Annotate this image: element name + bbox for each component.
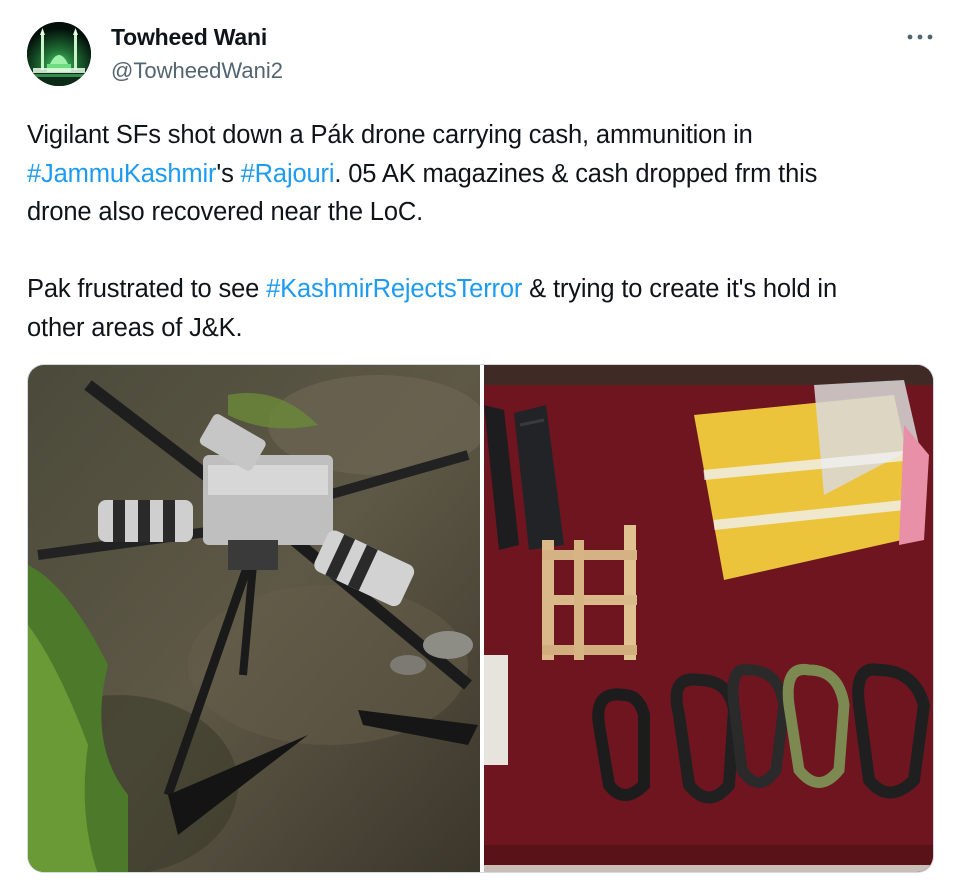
tweet-text-segment: Pak frustrated to see (27, 275, 267, 303)
more-dots-icon (907, 34, 933, 40)
tweet-text: Vigilant SFs shot down a Pák drone carry… (27, 116, 942, 347)
media-gallery (27, 364, 934, 873)
tweet-text-segment: other areas of J&K. (27, 313, 243, 342)
mosque-night-avatar-icon (27, 22, 91, 86)
tweet-text-segment: & trying to create it's hold in (522, 275, 837, 303)
hashtag-link-jammukashmir[interactable]: #JammuKashmir (27, 160, 217, 188)
user-name[interactable]: Towheed Wani (111, 24, 267, 51)
tweet-text-line: drone also recovered near the LoC. (27, 193, 942, 232)
avatar[interactable] (27, 22, 91, 86)
hashtag-link-rajouri[interactable]: #Rajouri (241, 160, 335, 188)
tweet-text-segment: Vigilant SFs shot down a Pák drone carry… (27, 121, 753, 149)
tweet-text-segment: drone also recovered near the LoC. (27, 198, 424, 226)
tweet-text-line: Pak frustrated to see #KashmirRejectsTer… (27, 270, 942, 309)
recovered-items-photo[interactable] (484, 365, 933, 872)
tweet-text-line: #JammuKashmir's #Rajouri. 05 AK magazine… (27, 155, 942, 194)
tweet-text-segment: . 05 AK magazines & cash dropped frm thi… (334, 159, 818, 188)
tweet-text-line: Vigilant SFs shot down a Pák drone carry… (27, 116, 942, 155)
more-options-button[interactable] (900, 22, 940, 52)
tweet: Towheed Wani @TowheedWani2 Vigilant SFs … (0, 0, 962, 894)
tweet-text-segment: 's (216, 159, 241, 188)
tweet-text-line: other areas of J&K. (27, 309, 942, 348)
hashtag-link-kashmirrejectsterror[interactable]: #KashmirRejectsTerror (266, 275, 522, 303)
drone-photo[interactable] (28, 365, 480, 872)
user-handle[interactable]: @TowheedWani2 (111, 58, 283, 84)
recovered-items-photo-icon (484, 365, 933, 872)
downed-drone-photo-icon (28, 365, 480, 872)
